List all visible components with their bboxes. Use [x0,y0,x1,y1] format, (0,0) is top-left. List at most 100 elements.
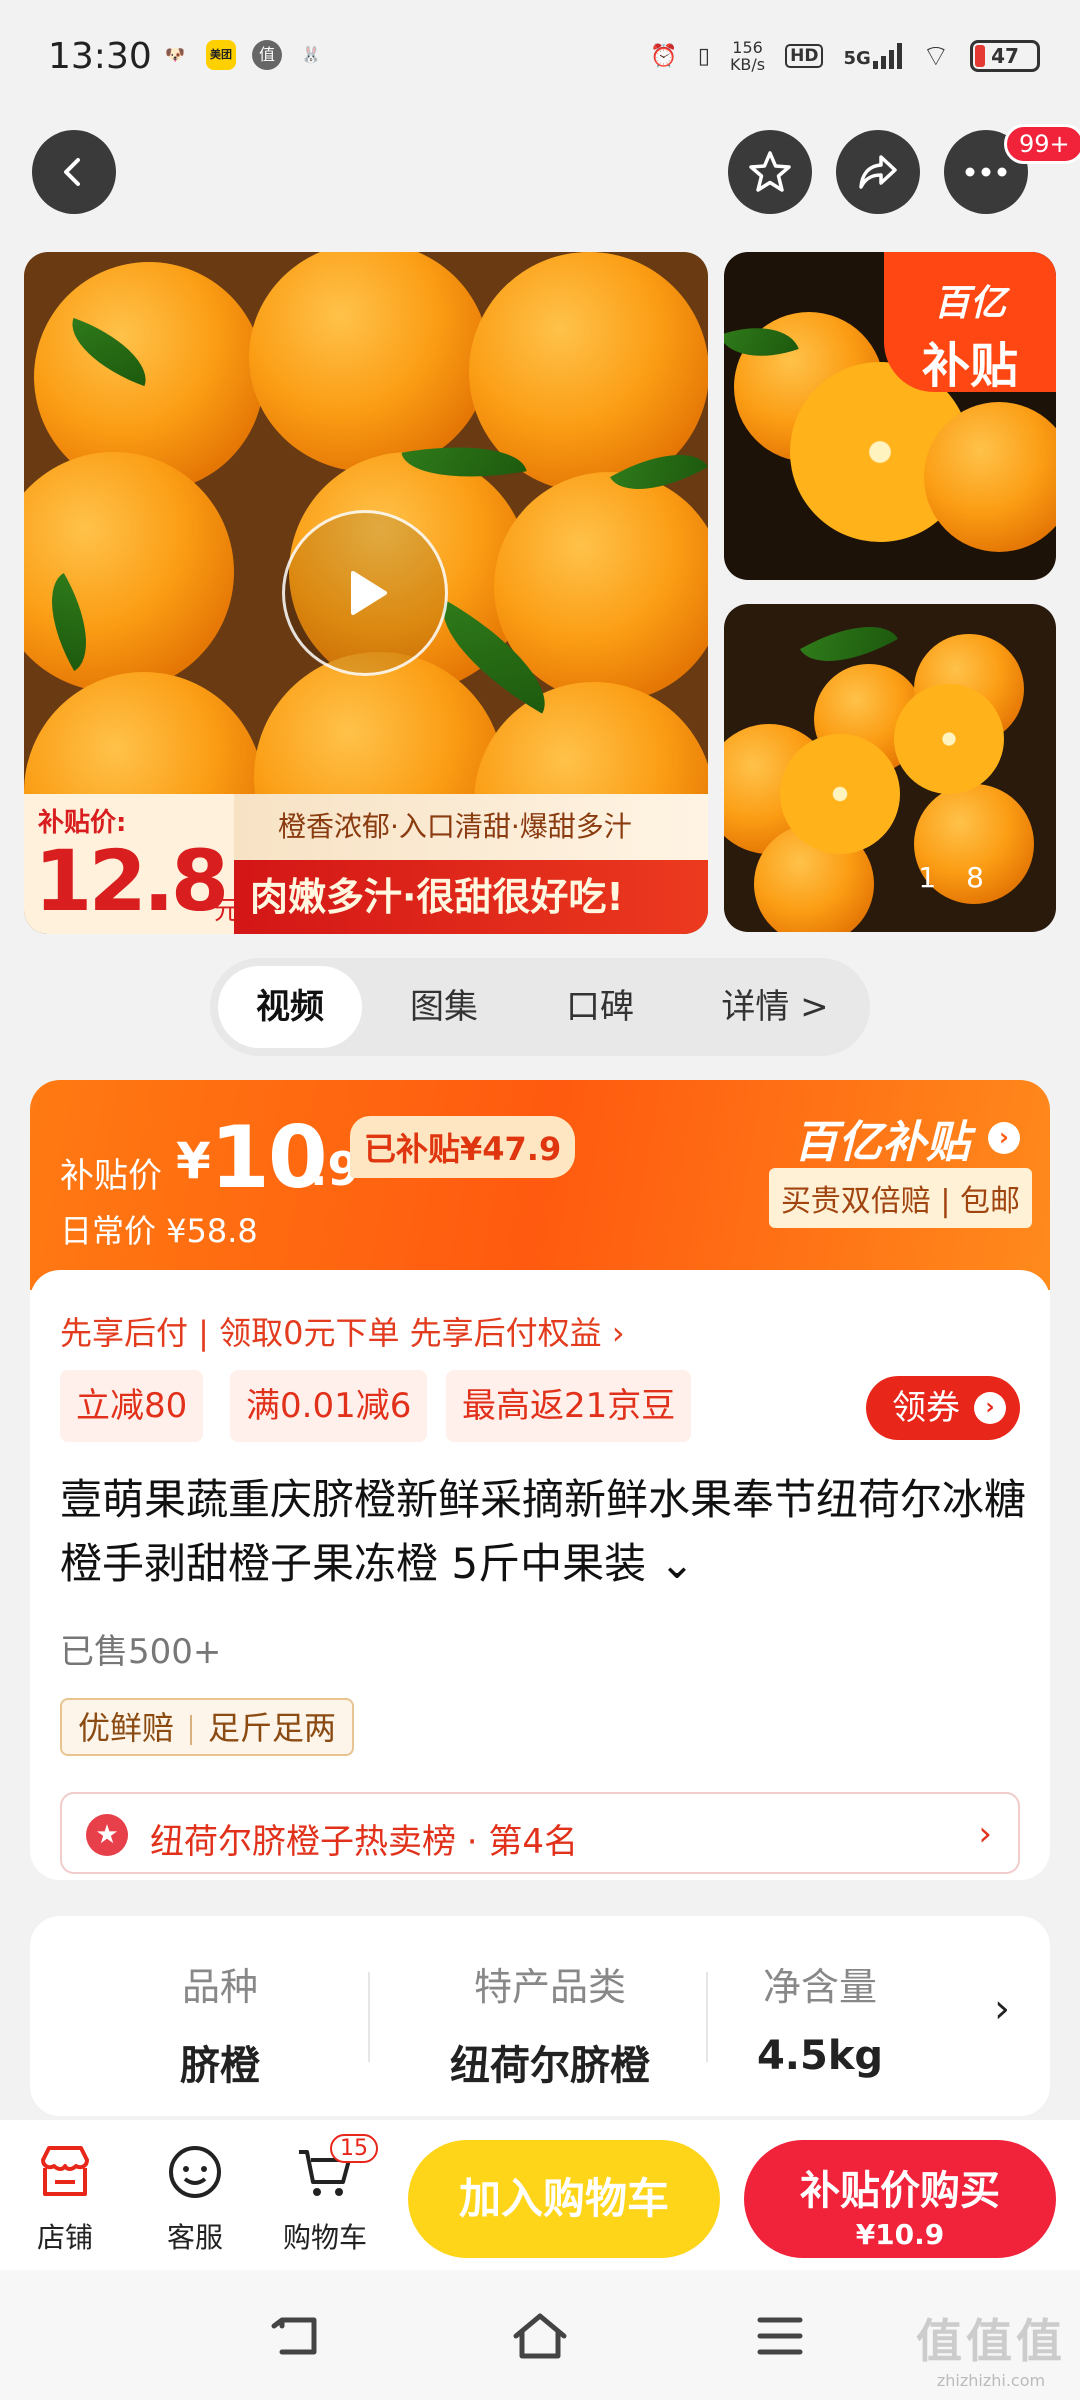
product-image-thumb[interactable]: 18 [724,604,1056,932]
ranking-banner[interactable]: ★ 纽荷尔脐橙子热卖榜 · 第4名 › [60,1792,1020,1874]
tab-gallery[interactable]: 图集 [374,966,514,1048]
pager-total: 8 [966,861,1014,894]
service-label: 客服 [166,2221,223,2254]
wifi-icon: ⌔ [921,39,950,74]
back-button[interactable] [32,130,116,214]
spec-value: 脐橙 [180,2043,260,2089]
spec-key: 特产品类 [473,1965,626,2009]
store-icon [41,2146,89,2196]
watermark-logo: 值值值 [916,2314,1066,2368]
spec-item: 特产品类 纽荷尔脐橙 [400,1956,700,2091]
add-to-cart-button[interactable]: 加入购物车 [408,2140,720,2258]
meituan-mascot-icon: 🐶 [165,45,185,64]
speed-unit: KB/s [729,55,766,74]
subsidy-corner-badge: 百亿 补贴 [884,252,1056,394]
coupon-tag[interactable]: 最高返21京豆 [446,1370,692,1442]
status-time: 13:30 [48,36,152,77]
spec-value: 4.5kg [756,2033,884,2079]
home-nav-icon[interactable] [510,2310,570,2362]
play-icon [351,571,387,615]
chevron-right-icon[interactable]: › [988,1122,1020,1154]
customer-service-button[interactable]: 客服 [140,2142,250,2256]
network-speed: 156 KB/s [730,39,765,73]
play-button[interactable] [282,510,448,676]
tab-details[interactable]: 详情 > [690,966,860,1048]
more-dots-icon [965,167,1007,177]
price-card: 补贴价 ¥ 10 .9 已补贴¥47.9 日常价 ¥58.8 百亿补贴 › 买贵… [30,1080,1050,1880]
status-indicators: ⏰ ▯ 156 KB/s HD 5G ⌔ 47 [650,34,1040,78]
sold-count: 已售500+ [60,1632,222,1672]
menu-nav-icon[interactable] [756,2314,804,2358]
zhide-icon: 值 [252,40,282,70]
back-arrow-icon [64,158,80,186]
battery-level: 47 [991,44,1019,68]
cart-button[interactable]: 15 购物车 [270,2134,380,2256]
store-button[interactable]: 店铺 [10,2142,120,2256]
promo-price-badge: 补贴价: 12.8 元 [24,794,240,934]
watermark: 值值值 zhizhizhi.com [916,2305,1066,2390]
bottom-action-bar: 店铺 客服 15 购物车 加入购物车 补贴价购买 ¥10.9 [0,2120,1080,2270]
product-info: 先享后付 | 领取0元下单 先享后付权益 › 立减80 满0.01减6 最高返2… [30,1270,1050,1880]
signal-icon: 5G [843,43,902,69]
tab-reviews[interactable]: 口碑 [530,966,670,1048]
ranking-text: 纽荷尔脐橙子热卖榜 · 第4名 [150,1822,579,1862]
cart-label: 购物车 [282,2221,367,2254]
network-type: 5G [843,48,871,69]
favorite-button[interactable] [728,130,812,214]
buy-price: ¥10.9 [855,2218,945,2251]
guarantee-badge: 买贵双倍赔 | 包邮 [768,1168,1032,1228]
service-tag: 足斤足两 [208,1709,337,1747]
store-label: 店铺 [36,2221,93,2254]
subsidized-amount: 已补贴¥47.9 [350,1116,576,1178]
price-label: 补贴价 [60,1156,162,1196]
pager-current: 1 [918,861,967,894]
alarm-icon: ⏰ [650,43,678,69]
share-button[interactable] [836,130,920,214]
buy-now-button[interactable]: 补贴价购买 ¥10.9 [744,2140,1056,2258]
back-nav-icon[interactable] [268,2312,324,2360]
pay-later-link[interactable]: 先享后付 | 领取0元下单 先享后付权益 › [60,1308,625,1354]
chevron-right-icon[interactable]: › [994,1986,1010,2032]
speed-value: 156 [732,38,763,57]
coupon-tag[interactable]: 满0.01减6 [230,1370,428,1442]
vibrate-icon: ▯ [697,43,710,69]
rabbit-icon: 🐰 [301,45,321,64]
buy-label: 补贴价购买 [800,2168,1000,2214]
coupon-tag[interactable]: 立减80 [60,1370,204,1442]
meituan-icon: 美团 [206,40,236,70]
service-tags[interactable]: 优鲜赔 足斤足两 [60,1698,355,1756]
chevron-right-icon: › [978,1814,992,1854]
spec-key: 净含量 [762,1965,877,2009]
spec-value: 纽荷尔脐橙 [450,2043,650,2089]
get-coupon-button[interactable]: 领券 › [866,1376,1020,1440]
spec-summary[interactable]: 品种 脐橙 特产品类 纽荷尔脐橙 净含量 4.5kg › [30,1916,1050,2116]
subsidy-brand[interactable]: 百亿补贴 [794,1106,970,1170]
tab-video[interactable]: 视频 [218,966,362,1048]
system-nav-bar: 值值值 zhizhizhi.com [0,2270,1080,2400]
share-icon [859,155,897,189]
medal-icon: ★ [86,1814,128,1856]
price-currency: ¥ [176,1132,211,1190]
status-bar: 13:30 🐶 美团 值 🐰 ⏰ ▯ 156 KB/s HD 5G ⌔ 47 [0,0,1080,110]
star-icon [749,151,791,192]
promo-price: 12.8 [34,832,229,930]
spec-item: 净含量 4.5kg [670,1956,970,2079]
corner-line2: 补贴 [921,338,1018,394]
media-tabs: 视频 图集 口碑 详情 > [210,958,870,1056]
corner-line1: 百亿 [933,283,1006,324]
service-tag: 优鲜赔 [78,1709,175,1747]
chat-icon [169,2146,221,2198]
spec-key: 品种 [181,1965,258,2009]
cart-count-badge: 15 [330,2134,378,2163]
product-image-thumb[interactable]: 百亿 补贴 [724,252,1056,580]
message-badge: 99+ [1004,124,1080,164]
spec-item: 品种 脐橙 [70,1956,370,2091]
watermark-url: zhizhizhi.com [936,2371,1046,2390]
product-title[interactable]: 壹萌果蔬重庆脐橙新鲜采摘新鲜水果奉节纽荷尔冰糖橙手剥甜橙子果冻橙 5斤中果装 ⌄ [60,1468,1030,1596]
get-coupon-label: 领券 [892,1388,960,1428]
hd-icon: HD [785,44,824,68]
product-video[interactable]: 补贴价: 12.8 元 橙香浓郁·入口清甜·爆甜多汁 肉嫩多汁·很甜很好吃! [24,252,708,934]
chevron-right-icon: › [974,1392,1006,1424]
daily-price: 日常价 ¥58.8 [60,1212,258,1250]
image-pager: 18 [918,861,1014,894]
